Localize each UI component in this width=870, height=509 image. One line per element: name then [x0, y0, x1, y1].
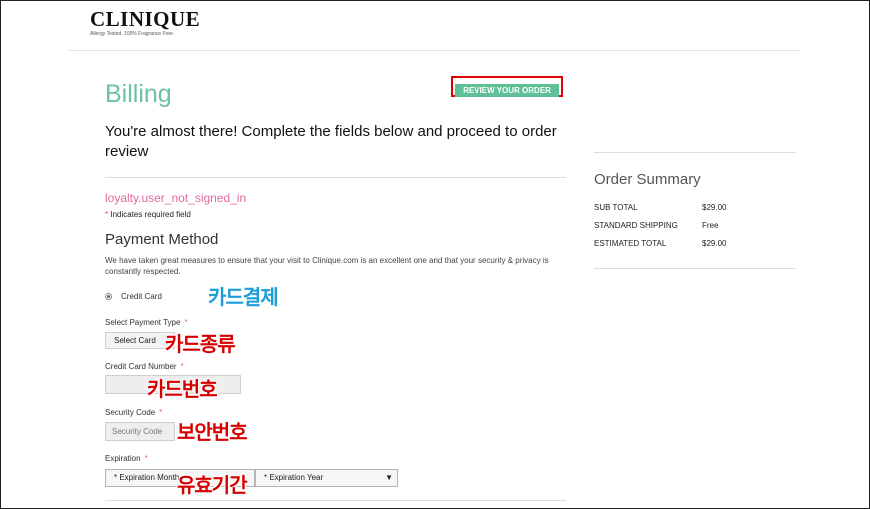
credit-card-label: Credit Card: [121, 292, 162, 301]
summary-value: $29.00: [702, 239, 727, 248]
summary-value: $29.00: [702, 203, 727, 212]
page-title: Billing: [105, 80, 172, 108]
card-number-label-text: Credit Card Number: [105, 362, 177, 371]
expiration-year-value: * Expiration Year: [264, 473, 324, 482]
summary-label: ESTIMATED TOTAL: [594, 239, 667, 248]
brand-tagline: Allergy Tested. 100% Fragrance Free.: [90, 31, 175, 37]
intro-text: You're almost there! Complete the fields…: [105, 123, 557, 160]
payment-method-title: Payment Method: [105, 231, 219, 248]
summary-label: STANDARD SHIPPING: [594, 221, 678, 230]
credit-card-option[interactable]: Credit Card: [105, 292, 162, 301]
annotation-security-code: 보안번호: [177, 420, 248, 444]
review-order-button[interactable]: REVIEW YOUR ORDER: [455, 84, 559, 97]
expiration-month-value: * Expiration Month: [114, 473, 180, 482]
summary-value: Free: [702, 221, 719, 230]
payment-type-label: Select Payment Type *: [105, 318, 188, 327]
brand-name: CLINIQUE: [90, 7, 201, 31]
annotation-card-type: 카드종류: [165, 332, 236, 356]
divider: [105, 177, 566, 178]
annotation-card-number: 카드번호: [147, 377, 218, 401]
loyalty-message: loyalty.user_not_signed_in: [105, 191, 247, 205]
annotation-expiration: 유효기간: [177, 473, 248, 497]
expiration-year-select[interactable]: * Expiration Year ▼: [255, 469, 398, 487]
payment-type-label-text: Select Payment Type: [105, 318, 181, 327]
expiration-label: Expiration *: [105, 454, 148, 463]
review-button-highlight: REVIEW YOUR ORDER: [451, 76, 563, 97]
card-number-label: Credit Card Number *: [105, 362, 184, 371]
divider: [594, 152, 796, 153]
security-code-input[interactable]: [105, 422, 175, 441]
required-star: *: [159, 408, 163, 417]
security-code-label: Security Code *: [105, 408, 162, 417]
credit-card-radio[interactable]: [105, 293, 112, 300]
required-star: *: [184, 318, 188, 327]
required-star: *: [144, 454, 148, 463]
payment-description: We have taken great measures to ensure t…: [105, 256, 549, 276]
required-star: *: [180, 362, 184, 371]
order-summary-title: Order Summary: [594, 171, 701, 188]
expiration-label-text: Expiration: [105, 454, 141, 463]
summary-label: SUB TOTAL: [594, 203, 638, 212]
divider: [594, 268, 796, 269]
required-note-text: Indicates required field: [110, 210, 191, 219]
dropdown-arrow-icon: ▼: [385, 473, 393, 482]
divider: [105, 500, 566, 501]
required-star: *: [105, 210, 109, 219]
security-code-label-text: Security Code: [105, 408, 156, 417]
required-note: * Indicates required field: [105, 210, 191, 219]
brand-logo[interactable]: CLINIQUE Allergy Tested. 100% Fragrance …: [90, 8, 200, 37]
annotation-credit-card: 카드결제: [208, 285, 279, 309]
